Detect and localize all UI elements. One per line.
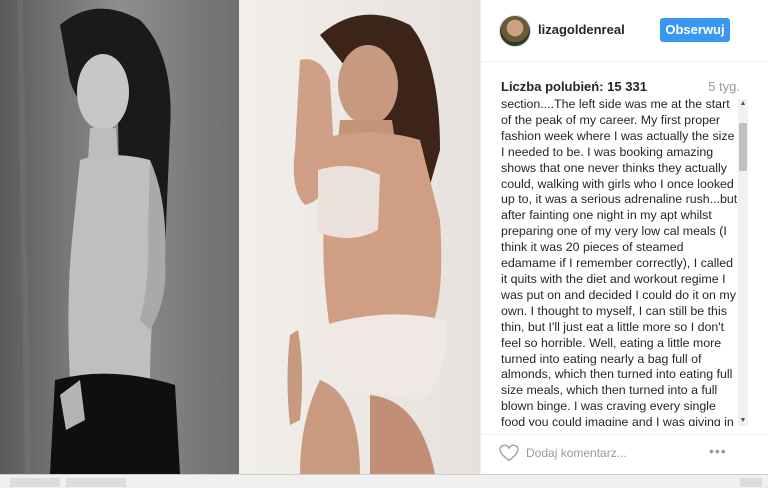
- after-photo: [239, 0, 480, 474]
- post-header: lizagoldenreal Obserwuj: [481, 0, 768, 62]
- post-side-panel: lizagoldenreal Obserwuj Liczba polubień:…: [480, 0, 768, 474]
- taskbar-item[interactable]: [740, 478, 762, 487]
- before-photo: [0, 0, 239, 474]
- post-photo: [0, 0, 480, 474]
- caption-scroll-area[interactable]: section....The left side was me at the s…: [501, 99, 739, 426]
- username-link[interactable]: lizagoldenreal: [538, 22, 625, 37]
- profile-avatar[interactable]: [499, 15, 531, 47]
- scrollbar-thumb[interactable]: [739, 123, 747, 171]
- scroll-up-arrow-icon[interactable]: ▲: [738, 99, 748, 109]
- taskbar-item[interactable]: [66, 478, 126, 487]
- likes-count[interactable]: Liczba polubień: 15 331: [501, 79, 647, 94]
- taskbar-item[interactable]: [10, 478, 60, 487]
- caption-scrollbar[interactable]: ▲ ▼: [738, 99, 748, 426]
- comment-input[interactable]: [526, 443, 676, 463]
- divider: [481, 434, 768, 435]
- taskbar: [0, 474, 768, 488]
- scroll-down-arrow-icon[interactable]: ▼: [738, 416, 748, 426]
- post-age[interactable]: 5 tyg.: [708, 79, 740, 94]
- ellipsis-icon[interactable]: •••: [709, 444, 733, 460]
- heart-outline-icon[interactable]: [499, 444, 519, 462]
- caption-text: section....The left side was me at the s…: [501, 99, 738, 426]
- follow-button[interactable]: Obserwuj: [660, 18, 730, 42]
